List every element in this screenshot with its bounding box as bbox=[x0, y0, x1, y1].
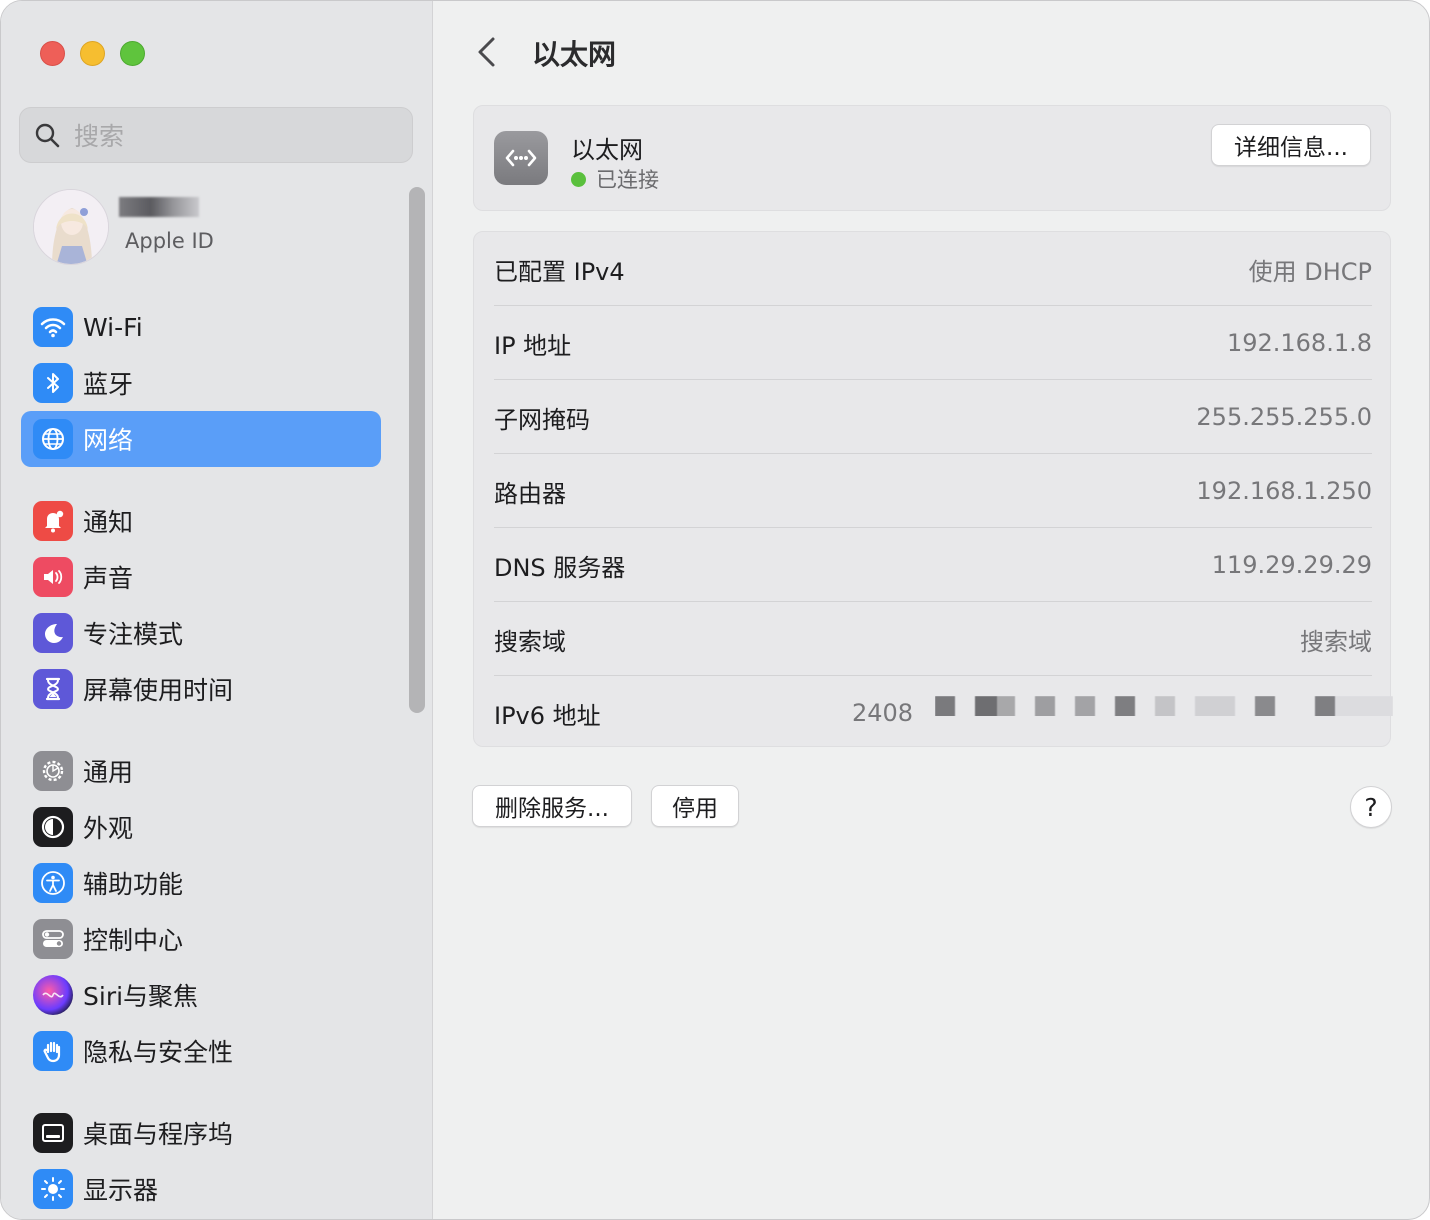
sidebar-item-label: 专注模式 bbox=[83, 620, 184, 649]
info-value: 255.255.255.0 bbox=[1196, 403, 1372, 431]
window-controls bbox=[40, 41, 145, 66]
hand-icon bbox=[33, 1031, 73, 1071]
info-key: 已配置 IPv4 bbox=[494, 257, 625, 286]
status-dot-icon bbox=[571, 171, 586, 187]
info-row-dns-server: DNS 服务器 119.29.29.29 bbox=[494, 528, 1372, 602]
toggles-icon bbox=[33, 919, 73, 959]
sidebar-item-focus[interactable]: 专注模式 bbox=[21, 605, 381, 661]
sidebar-item-displays[interactable]: 显示器 bbox=[21, 1161, 381, 1217]
service-card: 以太网 已连接 详细信息... bbox=[473, 105, 1391, 211]
info-key: 路由器 bbox=[494, 479, 566, 508]
zoom-window-button[interactable] bbox=[120, 41, 145, 66]
sidebar-item-siri[interactable]: Siri与聚焦 bbox=[21, 967, 381, 1023]
info-value: 192.168.1.8 bbox=[1226, 329, 1372, 357]
info-key: 子网掩码 bbox=[494, 405, 590, 434]
gear-icon bbox=[33, 751, 73, 791]
help-button[interactable]: ? bbox=[1350, 786, 1392, 828]
moon-icon bbox=[33, 613, 73, 653]
speaker-icon bbox=[33, 557, 73, 597]
status-text: 已连接 bbox=[596, 168, 659, 192]
sidebar-item-label: Wi-Fi bbox=[83, 312, 143, 342]
sidebar-item-screen-time[interactable]: 屏幕使用时间 bbox=[21, 661, 381, 717]
sidebar-item-label: 通知 bbox=[83, 508, 134, 537]
back-chevron-icon[interactable] bbox=[474, 35, 500, 69]
sidebar-item-label: 显示器 bbox=[83, 1176, 159, 1205]
sidebar-item-label: 辅助功能 bbox=[83, 870, 184, 899]
sidebar-group-notifications: 通知 声音 专注模式 屏幕使用时间 bbox=[21, 493, 381, 717]
dock-icon bbox=[33, 1113, 73, 1153]
info-value: 192.168.1.250 bbox=[1196, 477, 1372, 505]
info-row-search-domain: 搜索域 搜索域 bbox=[494, 602, 1372, 676]
sidebar-item-network[interactable]: 网络 bbox=[21, 411, 381, 467]
apple-id-account[interactable]: Apple ID bbox=[33, 189, 393, 269]
sidebar-group-network: Wi-Fi 蓝牙 网络 bbox=[21, 299, 381, 467]
info-row-ip-address: IP 地址 192.168.1.8 bbox=[494, 306, 1372, 380]
sidebar-item-label: 屏幕使用时间 bbox=[83, 676, 234, 705]
sidebar-item-label: 桌面与程序坞 bbox=[83, 1120, 234, 1149]
sidebar-item-label: 外观 bbox=[83, 814, 134, 843]
sun-icon bbox=[33, 1169, 73, 1209]
search-icon bbox=[35, 123, 60, 148]
wifi-icon bbox=[33, 307, 73, 347]
sidebar-item-label: Siri与聚焦 bbox=[83, 982, 199, 1011]
info-value: 119.29.29.29 bbox=[1211, 551, 1372, 579]
info-value: 使用 DHCP bbox=[1248, 257, 1372, 286]
main-panel: 以太网 以太网 已连接 详细信息... 已配置 IPv4 使用 DHCP IP … bbox=[434, 1, 1429, 1219]
ethernet-icon bbox=[494, 131, 548, 185]
account-name-redacted bbox=[119, 197, 199, 217]
info-key: 搜索域 bbox=[494, 627, 566, 656]
sidebar-item-control-center[interactable]: 控制中心 bbox=[21, 911, 381, 967]
info-key: DNS 服务器 bbox=[494, 553, 626, 582]
appearance-icon bbox=[33, 807, 73, 847]
info-value: 搜索域 bbox=[1300, 627, 1372, 656]
details-button[interactable]: 详细信息... bbox=[1211, 124, 1371, 166]
sidebar-group-general: 通用 外观 辅助功能 控制中心 Siri与聚焦 隐私与安全性 bbox=[21, 743, 381, 1079]
close-window-button[interactable] bbox=[40, 41, 65, 66]
info-row-ipv4-config: 已配置 IPv4 使用 DHCP bbox=[494, 232, 1372, 306]
hourglass-icon bbox=[33, 669, 73, 709]
siri-icon bbox=[33, 975, 73, 1015]
search-placeholder: 搜索 bbox=[74, 122, 125, 151]
sidebar-item-label: 蓝牙 bbox=[83, 370, 134, 399]
sidebar-item-label: 隐私与安全性 bbox=[83, 1038, 234, 1067]
bell-icon bbox=[33, 501, 73, 541]
avatar bbox=[33, 189, 109, 265]
disable-button[interactable]: 停用 bbox=[651, 785, 739, 827]
sidebar: 搜索 Apple ID Wi-Fi 蓝牙 网络 通知 声音 专注模式 屏幕使用时… bbox=[1, 1, 433, 1219]
sidebar-item-general[interactable]: 通用 bbox=[21, 743, 381, 799]
accessibility-icon bbox=[33, 863, 73, 903]
info-key: IPv6 地址 bbox=[494, 701, 601, 730]
globe-icon bbox=[33, 419, 73, 459]
sidebar-scrollbar[interactable] bbox=[409, 187, 425, 713]
sidebar-item-label: 控制中心 bbox=[83, 926, 184, 955]
apple-id-label: Apple ID bbox=[125, 229, 214, 253]
sidebar-item-label: 声音 bbox=[83, 564, 134, 593]
sidebar-item-desktop-dock[interactable]: 桌面与程序坞 bbox=[21, 1105, 381, 1161]
info-value: 2408 bbox=[852, 699, 914, 727]
delete-service-button[interactable]: 删除服务... bbox=[472, 785, 632, 827]
info-row-subnet-mask: 子网掩码 255.255.255.0 bbox=[494, 380, 1372, 454]
sidebar-item-label: 通用 bbox=[83, 758, 134, 787]
sidebar-item-accessibility[interactable]: 辅助功能 bbox=[21, 855, 381, 911]
connection-status: 已连接 bbox=[571, 164, 659, 194]
service-name: 以太网 bbox=[571, 136, 643, 164]
search-field[interactable]: 搜索 bbox=[19, 107, 413, 163]
sidebar-item-wifi[interactable]: Wi-Fi bbox=[21, 299, 381, 355]
network-info-list: 已配置 IPv4 使用 DHCP IP 地址 192.168.1.8 子网掩码 … bbox=[473, 231, 1393, 750]
info-row-ipv6-address: IPv6 地址 2408 bbox=[494, 676, 1393, 750]
sidebar-group-desktop: 桌面与程序坞 显示器 bbox=[21, 1105, 381, 1217]
info-key: IP 地址 bbox=[494, 331, 572, 360]
ipv6-redacted bbox=[935, 696, 1393, 716]
settings-window: 搜索 Apple ID Wi-Fi 蓝牙 网络 通知 声音 专注模式 屏幕使用时… bbox=[0, 0, 1430, 1220]
info-row-router: 路由器 192.168.1.250 bbox=[494, 454, 1372, 528]
sidebar-item-bluetooth[interactable]: 蓝牙 bbox=[21, 355, 381, 411]
page-title: 以太网 bbox=[532, 38, 617, 71]
sidebar-item-notifications[interactable]: 通知 bbox=[21, 493, 381, 549]
sidebar-item-sound[interactable]: 声音 bbox=[21, 549, 381, 605]
sidebar-item-label: 网络 bbox=[83, 426, 134, 455]
minimize-window-button[interactable] bbox=[80, 41, 105, 66]
sidebar-item-privacy[interactable]: 隐私与安全性 bbox=[21, 1023, 381, 1079]
sidebar-item-appearance[interactable]: 外观 bbox=[21, 799, 381, 855]
bluetooth-icon bbox=[33, 363, 73, 403]
